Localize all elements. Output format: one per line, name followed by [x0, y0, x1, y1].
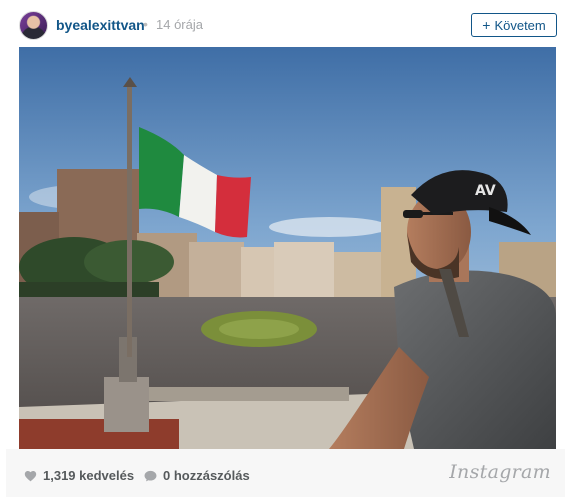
plus-icon: + — [482, 17, 491, 33]
rome-photo-illustration: AV — [19, 47, 556, 449]
post-footer: 1,319 kedvelés 0 hozzászólás Instagram — [6, 449, 565, 497]
follow-button[interactable]: + Követem — [471, 13, 557, 37]
comments-count[interactable]: 0 hozzászólás — [144, 468, 250, 483]
instagram-logo[interactable]: Instagram — [449, 461, 551, 483]
comment-bubble-icon — [144, 470, 157, 481]
post-header: byealexittvan • 14 órája + Követem — [6, 0, 565, 48]
heart-icon — [24, 470, 37, 481]
likes-label: 1,319 kedvelés — [43, 468, 135, 483]
username-link[interactable]: byealexittvan — [56, 17, 145, 33]
cap-logo: AV — [475, 183, 496, 199]
follow-button-label: Követem — [494, 17, 546, 33]
likes-count[interactable]: 1,319 kedvelés — [24, 468, 134, 483]
user-avatar[interactable] — [19, 11, 48, 40]
instagram-embed-card: byealexittvan • 14 órája + Követem AV 1,… — [6, 0, 565, 497]
post-photo[interactable]: AV — [19, 47, 556, 449]
post-timestamp[interactable]: 14 órája — [156, 17, 203, 32]
header-separator: • — [143, 16, 148, 32]
comments-label: 0 hozzászólás — [163, 468, 250, 483]
